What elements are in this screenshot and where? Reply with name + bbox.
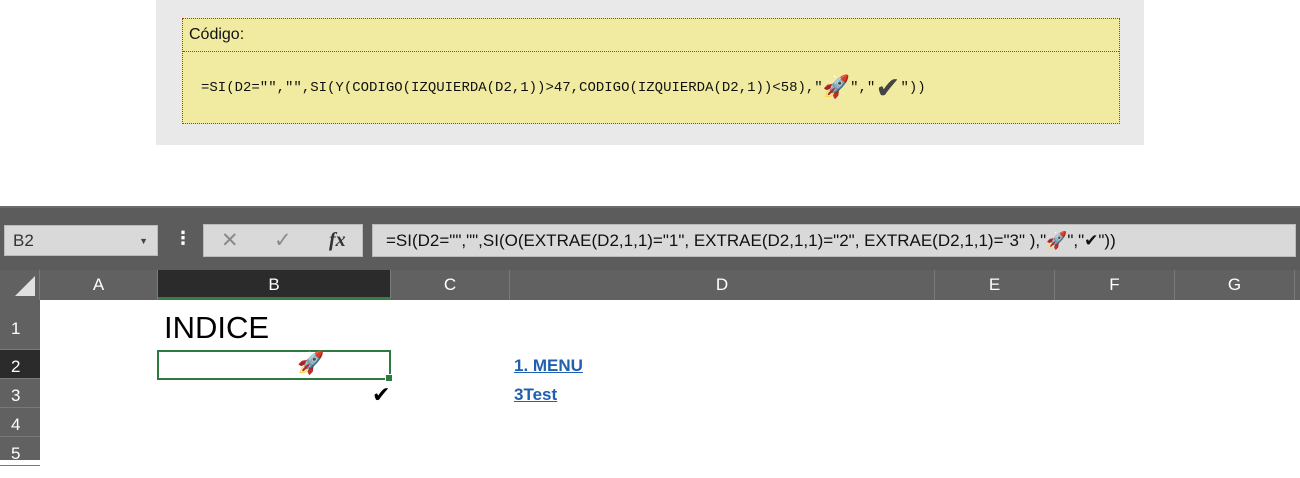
formula-buttons: ✕ ✓ fx [203, 224, 363, 257]
checkmark-icon: ✔ [372, 383, 391, 408]
fx-icon[interactable]: fx [329, 229, 346, 252]
rocket-icon: 🚀 [297, 350, 325, 375]
code-panel: Código: =SI(D2="","",SI(Y(CODIGO(IZQUIER… [156, 0, 1144, 145]
link-3test[interactable]: 3Test [514, 385, 557, 405]
row-header-4[interactable]: 4 [0, 408, 40, 437]
name-box-value: B2 [13, 231, 34, 250]
cell-grid[interactable]: INDICE 🚀 ✔ 1. MENU 3Test [40, 300, 1300, 460]
select-all-button[interactable] [0, 270, 40, 300]
link-menu[interactable]: 1. MENU [514, 356, 583, 376]
column-headers: A B C D E F G [0, 270, 1300, 300]
formula-input[interactable]: =SI(D2="","",SI(O(EXTRAE(D2,1,1)="1", EX… [372, 224, 1296, 257]
column-header-e[interactable]: E [935, 270, 1055, 300]
name-box[interactable]: B2 ▼ [4, 225, 158, 256]
rocket-icon: 🚀 [822, 76, 851, 101]
code-box: Código: =SI(D2="","",SI(Y(CODIGO(IZQUIER… [182, 18, 1120, 124]
fill-handle[interactable] [385, 374, 393, 382]
excel-window: B2 ▼ ⋮ ✕ ✓ fx =SI(D2="","",SI(O(EXTRAE(D… [0, 206, 1300, 478]
check-icon[interactable]: ✓ [274, 228, 292, 252]
column-header-d[interactable]: D [510, 270, 935, 300]
column-header-f[interactable]: F [1055, 270, 1175, 300]
dropdown-arrow-icon[interactable]: ▼ [139, 236, 148, 246]
row-header-5[interactable]: 5 [0, 437, 40, 466]
active-cell-b2[interactable] [157, 350, 393, 382]
row-header-2[interactable]: 2 [0, 350, 40, 379]
checkmark-icon: ✔ [875, 70, 901, 106]
column-header-g[interactable]: G [1175, 270, 1295, 300]
code-formula-start: =SI(D2="","",SI(Y(CODIGO(IZQUIERDA(D2,1)… [201, 80, 823, 96]
column-header-b[interactable]: B [158, 270, 391, 300]
row-header-3[interactable]: 3 [0, 379, 40, 408]
code-formula-mid: "," [850, 80, 876, 96]
cancel-icon[interactable]: ✕ [221, 228, 239, 252]
column-header-c[interactable]: C [391, 270, 510, 300]
vertical-dots-icon[interactable]: ⋮ [174, 228, 192, 249]
formula-bar-area: B2 ▼ ⋮ ✕ ✓ fx =SI(D2="","",SI(O(EXTRAE(D… [0, 206, 1300, 270]
row-headers: 1 2 3 4 5 [0, 300, 40, 466]
code-formula-end: ")) [900, 80, 926, 96]
code-formula: =SI(D2="","",SI(Y(CODIGO(IZQUIERDA(D2,1)… [183, 52, 1119, 124]
column-header-a[interactable]: A [40, 270, 158, 300]
row-header-1[interactable]: 1 [0, 300, 40, 350]
cell-b1[interactable]: INDICE [164, 310, 269, 346]
select-all-triangle [15, 276, 35, 296]
code-header: Código: [183, 19, 1119, 52]
